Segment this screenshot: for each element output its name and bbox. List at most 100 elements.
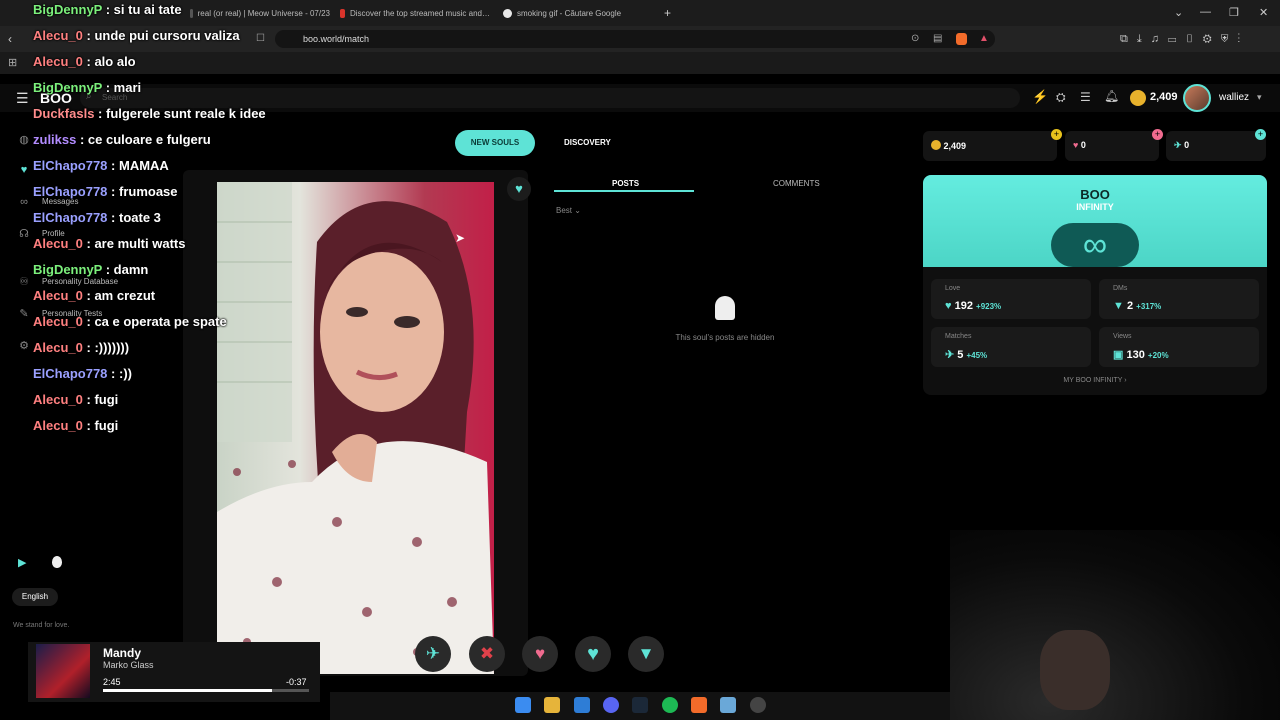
planet-icon[interactable]: ◍ [18,134,30,146]
infinity-icon: ∞ [1051,223,1139,267]
stat-dms: DMs ▼ 2 +317% [1099,279,1259,319]
brave-shield-icon[interactable] [956,33,967,45]
profile-photo-image [217,182,494,674]
language-selector[interactable]: English [12,588,58,606]
chat-username: Alecu_0 [33,392,83,407]
send-dm-button[interactable]: ▼ [628,636,664,672]
chevron-down-icon[interactable]: ▾ [1257,92,1262,103]
rocket-icon: ✈ [945,349,955,361]
love-pill[interactable]: ♥ 0 [1065,131,1159,161]
settings-icon[interactable] [750,697,766,713]
maximize-icon[interactable]: ❐ [1229,6,1239,19]
search-input[interactable]: Search [80,88,1020,108]
browser-tab[interactable]: smoking gif - Căutare Google [503,0,653,26]
chat-username: Alecu_0 [33,418,83,433]
chat-message: Alecu_0 : are multi watts [33,236,185,251]
discord-icon[interactable] [603,697,619,713]
track-progress-bar[interactable] [103,689,309,692]
test-icon[interactable]: ✎ [18,308,30,320]
minimize-icon[interactable]: — [1200,6,1211,18]
coins-pill[interactable]: 2,409 [923,131,1057,161]
settings-icon[interactable]: ⚙ [18,340,30,352]
new-tab-button[interactable]: + [664,6,671,20]
track-progress-fill [103,689,272,692]
stat-views: Views ▣ 130 +20% [1099,327,1259,367]
chat-text: : alo alo [86,54,136,69]
my-boo-infinity-link[interactable]: MY BOO INFINITY › [923,377,1267,384]
stat-matches: Matches ✈ 5 +45% [931,327,1091,367]
chat-text: : fugi [86,392,119,407]
app-icon[interactable] [720,697,736,713]
chat-message: BigDennyP : si tu ai tate [33,2,182,17]
chat-username: ElChapo778 [33,158,108,173]
lightning-icon[interactable]: ⚡ [1032,89,1048,105]
chat-message: ElChapo778 : frumoase [33,184,178,199]
webcam-overlay [950,530,1280,720]
bell-icon[interactable]: 🔔︎ [1104,89,1119,103]
filter-icon[interactable]: ☰ [1080,90,1091,104]
profile-photo[interactable] [217,182,494,674]
close-icon[interactable]: ✕ [1259,6,1268,19]
track-remaining: -0:37 [286,677,307,687]
mouse-cursor-icon: ➤ [455,231,466,245]
photos-icon[interactable] [574,697,590,713]
chat-icon[interactable]: ∞ [18,196,30,208]
sidebar-item-personality-database[interactable]: Personality Database [42,277,118,286]
apps-icon[interactable]: ⊞ [8,56,17,69]
file-explorer-icon[interactable] [544,697,560,713]
heart-icon[interactable]: ♥ [18,164,30,176]
tab-list-icon[interactable]: ⌄ [1174,6,1183,19]
translate-icon[interactable]: ⛭ [1056,90,1066,105]
tab-posts[interactable]: POSTS [612,179,639,188]
views-icon: ▣ [1113,349,1124,361]
heart-icon: ♥ [1073,140,1079,150]
database-icon[interactable]: ♾ [18,276,30,288]
tab-comments[interactable]: COMMENTS [773,179,820,188]
stat-label: Love [945,285,961,292]
brave-rewards-icon[interactable]: ▲ [979,33,989,44]
chat-username: Alecu_0 [33,54,83,69]
pass-button[interactable]: ✖ [469,636,505,672]
add-boost-icon[interactable]: + [1255,129,1266,140]
google-play-icon[interactable]: ▶ [18,556,26,569]
tab-discovery[interactable]: DISCOVERY [564,138,611,147]
profile-icon[interactable]: ☊ [18,228,30,240]
spotify-icon[interactable] [662,697,678,713]
add-love-icon[interactable]: + [1152,129,1163,140]
brave-icon[interactable] [691,697,707,713]
boost-pill[interactable]: ✈ 0 [1166,131,1266,161]
browser-tab[interactable]: Discover the top streamed music and… [340,0,490,26]
chat-username: Duckfasls [33,106,95,121]
boost-button[interactable]: ✈ [415,636,451,672]
back-icon[interactable]: ‹ [8,32,12,46]
sort-dropdown[interactable]: Best ⌄ [556,206,581,215]
browser-tab[interactable]: real (or real) | Meow Universe - 07/23 [190,0,330,26]
stat-value: 130 [1126,349,1145,361]
windows-start-icon[interactable] [515,697,531,713]
stat-love: Love ♥ 192 +923% [931,279,1091,319]
menu-icon[interactable]: ☰ [16,90,29,107]
bookmark-icon[interactable]: ☐ [256,33,265,44]
super-like-button[interactable]: ♥ [522,636,558,672]
stat-value: 5 [957,349,964,361]
webcam-person [1040,630,1110,710]
tab-new-souls[interactable]: NEW SOULS [455,130,535,156]
apple-icon[interactable] [52,556,62,568]
add-coins-icon[interactable]: + [1051,129,1062,140]
location-icon[interactable]: ⊙ [911,33,919,44]
reader-icon[interactable]: ▤ [933,33,942,44]
chat-text: : unde pui cursoru valiza [86,28,240,43]
url-field[interactable]: boo.world/match [275,30,995,48]
sort-value: Best [556,206,573,215]
like-badge-icon[interactable]: ♥ [507,177,531,201]
boo-infinity-card[interactable]: BOO INFINITY ∞ Love ♥ 192 +923% DMs ▼ 2 … [923,175,1267,395]
avatar[interactable] [1183,84,1211,112]
chat-message: Duckfasls : fulgerele sunt reale k idee [33,106,266,121]
steam-icon[interactable] [632,697,648,713]
like-button[interactable]: ♥ [575,636,611,672]
browser-toolbar-icons[interactable]: ⧉⤓♫▭▯⚙⛨⋮ [1120,33,1249,46]
link-label: MY BOO INFINITY [1063,377,1123,384]
username[interactable]: walliez [1219,92,1249,103]
chat-message: Alecu_0 : fugi [33,392,118,407]
tab-label: Discover the top streamed music and… [349,8,490,18]
